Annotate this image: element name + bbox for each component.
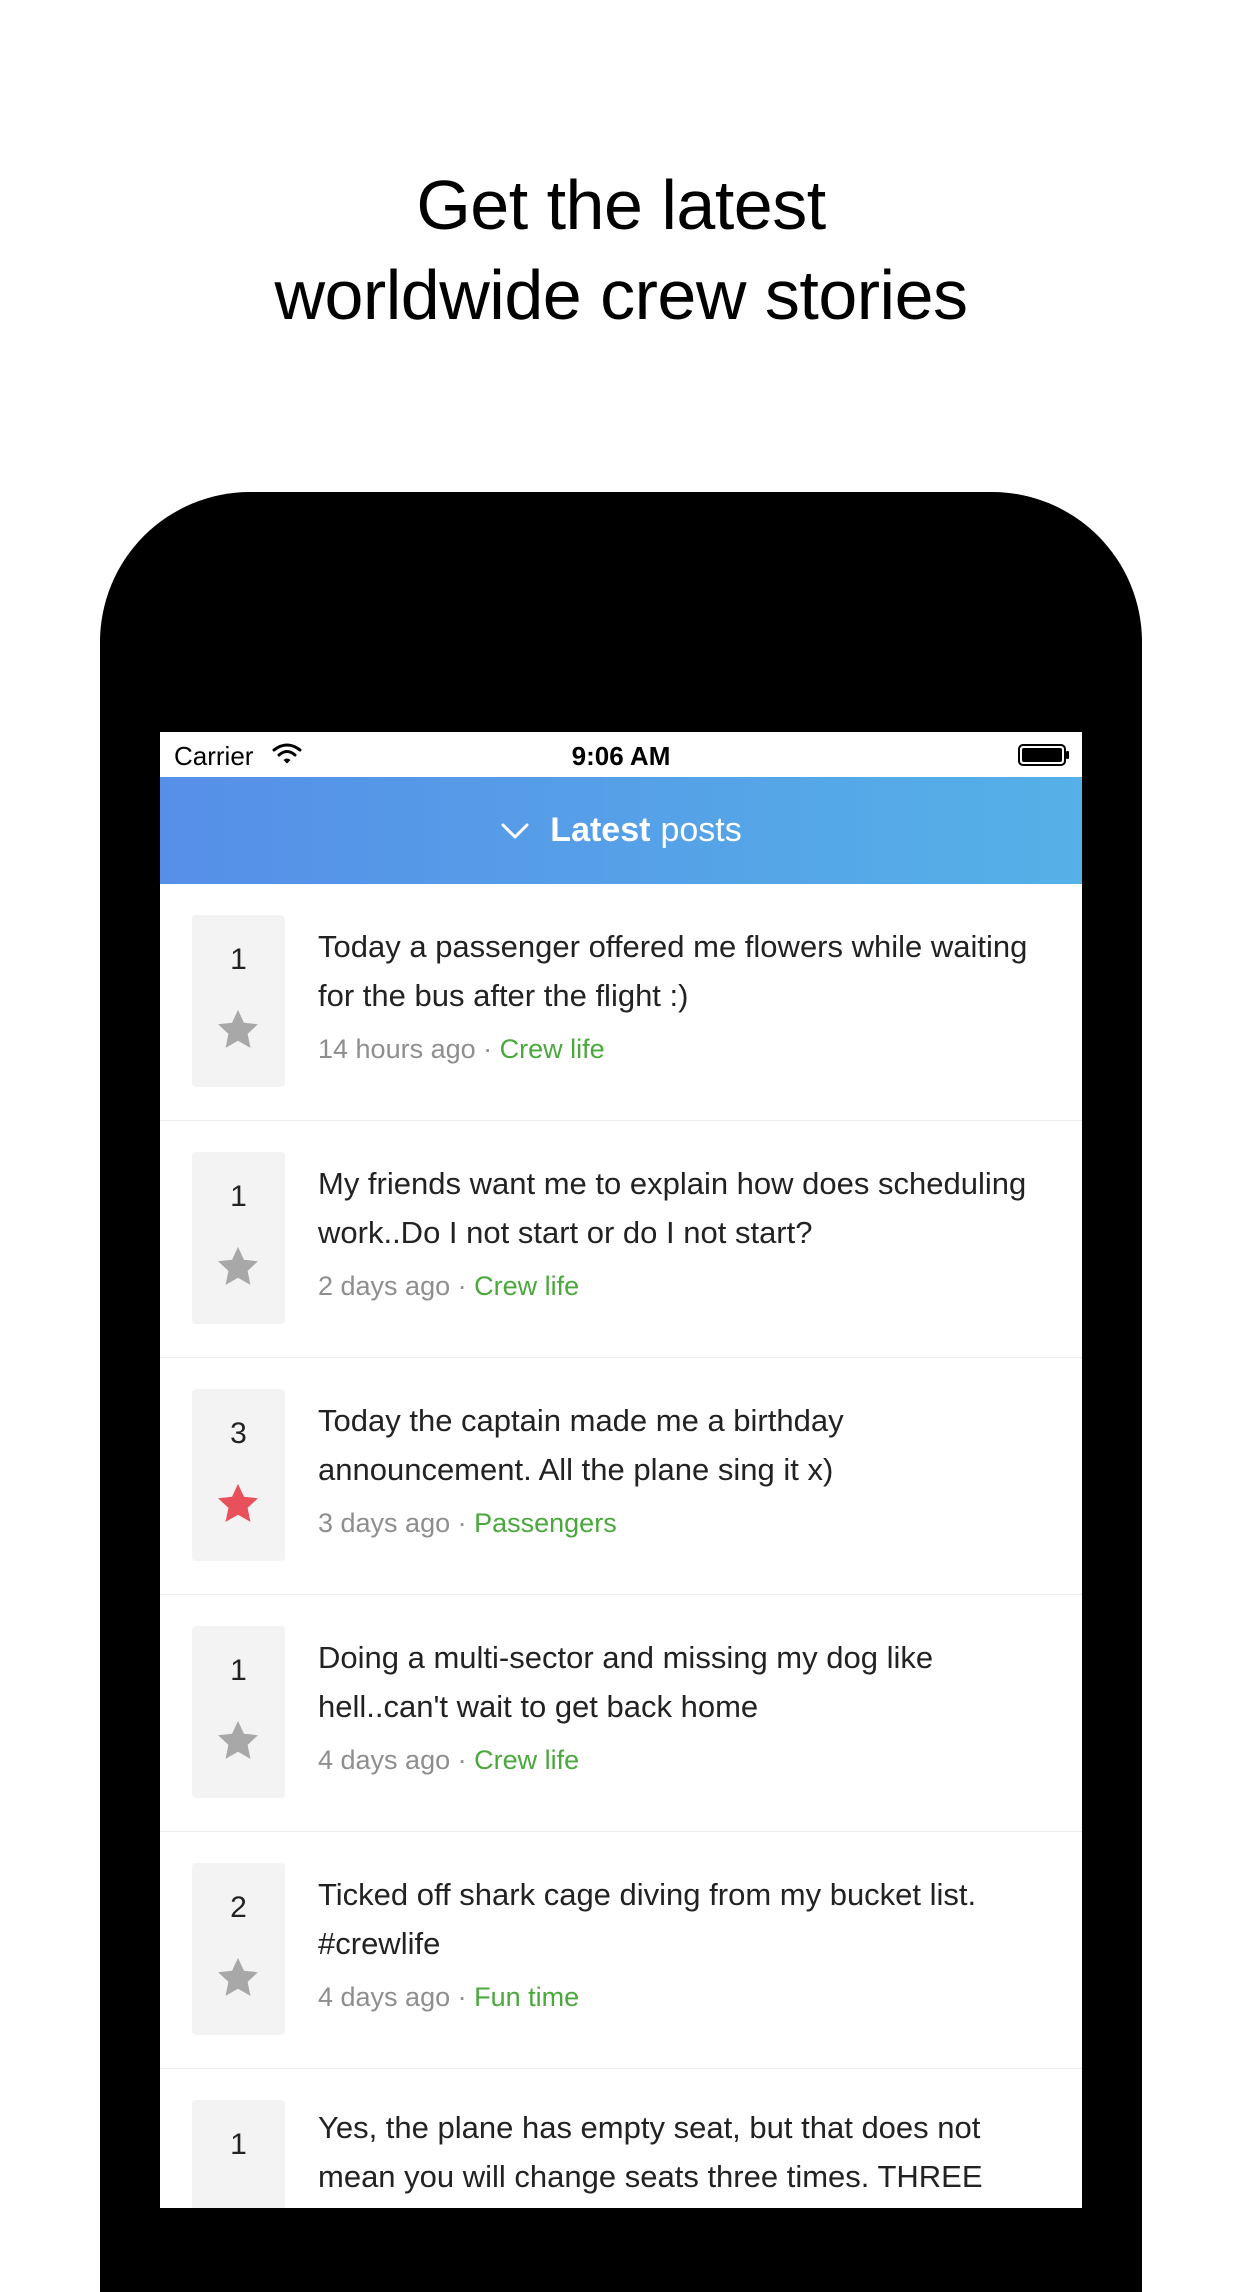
- vote-count: 1: [230, 2128, 247, 2161]
- post-item[interactable]: 1 Yes, the plane has empty seat, but tha…: [160, 2069, 1082, 2208]
- post-category[interactable]: Fun time: [474, 1982, 579, 2012]
- battery-icon: [1018, 744, 1069, 766]
- post-time: 3 days ago: [318, 1508, 451, 1538]
- meta-separator: ·: [475, 1034, 500, 1064]
- post-category[interactable]: Crew life: [474, 1271, 579, 1301]
- vote-count: 3: [230, 1417, 247, 1450]
- post-text: Doing a multi-sector and missing my dog …: [318, 1640, 934, 1724]
- post-text: Today a passenger offered me flowers whi…: [318, 929, 1028, 1013]
- vote-box[interactable]: 1: [192, 1626, 285, 1798]
- post-item[interactable]: 2 Ticked off shark cage diving from my b…: [160, 1832, 1082, 2069]
- vote-count: 1: [230, 1654, 247, 1687]
- star-icon[interactable]: [215, 1955, 261, 2001]
- post-text: My friends want me to explain how does s…: [318, 1166, 1027, 1250]
- post-meta: 14 hours ago · Crew life: [318, 1034, 605, 1065]
- post-meta: 4 days ago · Fun time: [318, 1982, 579, 2013]
- promo-headline: Get the latest worldwide crew stories: [0, 160, 1242, 340]
- star-icon[interactable]: [215, 1007, 261, 1053]
- meta-separator: ·: [450, 1508, 475, 1538]
- vote-count: 2: [230, 1891, 247, 1924]
- vote-box[interactable]: 3: [192, 1389, 285, 1561]
- nav-title-rest: posts: [660, 811, 742, 849]
- vote-box[interactable]: 1: [192, 2100, 285, 2208]
- vote-box[interactable]: 1: [192, 1152, 285, 1324]
- post-meta: 2 days ago · Crew life: [318, 1271, 579, 1302]
- post-time: 4 days ago: [318, 1982, 451, 2012]
- post-text: Today the captain made me a birthday ann…: [318, 1403, 844, 1487]
- chevron-down-icon: [501, 823, 529, 838]
- vote-count: 1: [230, 943, 247, 976]
- nav-bar: Latest posts: [160, 777, 1082, 884]
- star-icon[interactable]: [215, 1718, 261, 1764]
- star-icon[interactable]: [215, 1481, 261, 1527]
- post-item[interactable]: 1 My friends want me to explain how does…: [160, 1121, 1082, 1358]
- post-category[interactable]: Crew life: [474, 1745, 579, 1775]
- post-text: Ticked off shark cage diving from my buc…: [318, 1877, 977, 1961]
- meta-separator: ·: [450, 1271, 475, 1301]
- status-bar: Carrier 9:06 AM: [160, 732, 1082, 777]
- post-item[interactable]: 1 Today a passenger offered me flowers w…: [160, 884, 1082, 1121]
- headline-line-1: Get the latest: [416, 166, 826, 244]
- feed-selector[interactable]: Latest posts: [160, 777, 1082, 884]
- meta-separator: ·: [450, 1745, 475, 1775]
- post-list: 1 Today a passenger offered me flowers w…: [160, 884, 1082, 2208]
- post-time: 4 days ago: [318, 1745, 451, 1775]
- nav-title-bold: Latest: [550, 811, 651, 849]
- clock: 9:06 AM: [571, 741, 671, 771]
- headline-line-2: worldwide crew stories: [274, 256, 968, 334]
- post-category[interactable]: Crew life: [500, 1034, 605, 1064]
- post-time: 2 days ago: [318, 1271, 451, 1301]
- post-category[interactable]: Passengers: [474, 1508, 617, 1538]
- vote-box[interactable]: 1: [192, 915, 285, 1087]
- post-meta: 4 days ago · Crew life: [318, 1745, 579, 1776]
- post-item[interactable]: 1 Doing a multi-sector and missing my do…: [160, 1595, 1082, 1832]
- post-text: Yes, the plane has empty seat, but that …: [318, 2110, 983, 2194]
- meta-separator: ·: [450, 1982, 475, 2012]
- post-time: 14 hours ago: [318, 1034, 476, 1064]
- app-screen: Carrier 9:06 AM Latest posts 1 Today a p…: [160, 732, 1082, 2208]
- post-item[interactable]: 3 Today the captain made me a birthday a…: [160, 1358, 1082, 1595]
- vote-count: 1: [230, 1180, 247, 1213]
- post-meta: 3 days ago · Passengers: [318, 1508, 617, 1539]
- star-icon[interactable]: [215, 1244, 261, 1290]
- vote-box[interactable]: 2: [192, 1863, 285, 2035]
